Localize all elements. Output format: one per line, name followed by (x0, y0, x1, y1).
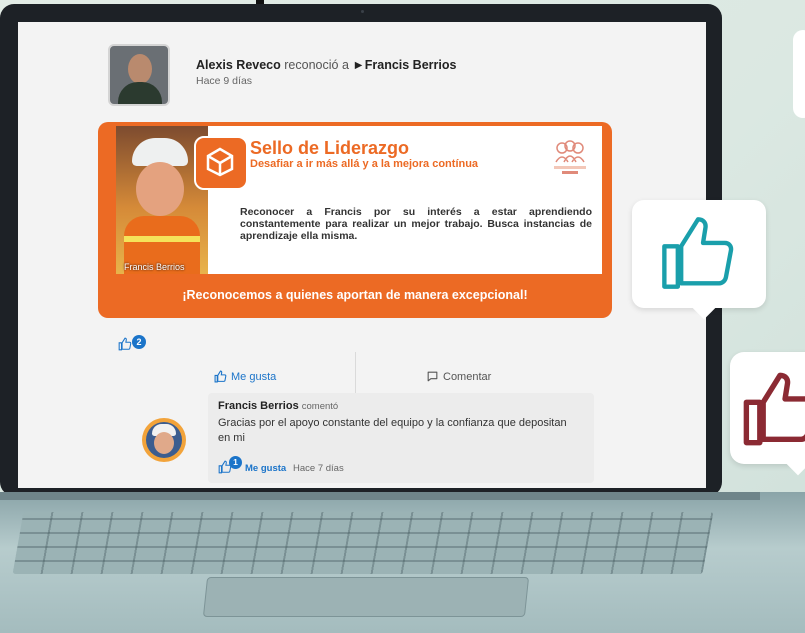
action-text: reconoció a (284, 58, 349, 72)
laptop-trackpad (202, 577, 530, 617)
comment-button-label: Comentar (443, 370, 492, 383)
action-bar: Me gusta Comentar (198, 352, 628, 396)
thumbs-up-icon (662, 217, 734, 289)
laptop-base (0, 492, 805, 633)
comment-button[interactable]: Comentar (426, 368, 491, 384)
comment-author[interactable]: Francis Berrios (218, 400, 299, 412)
action-divider (355, 352, 356, 396)
like-button-label: Me gusta (231, 370, 277, 383)
comment-box: Francis Berrios comentó Gracias por el a… (208, 393, 594, 483)
thumbs-up-icon (118, 337, 132, 351)
author-name[interactable]: Alexis Reveco (196, 58, 281, 72)
author-avatar[interactable] (108, 44, 170, 106)
comment-text: Gracias por el apoyo constante del equip… (218, 417, 567, 444)
thumbs-up-icon (214, 370, 227, 383)
webcam (361, 10, 364, 13)
laptop-lid: Alexis Reveco reconoció a ►Francis Berri… (0, 4, 722, 496)
comment-like-count: 1 (229, 456, 242, 469)
seal-cube-icon (194, 136, 248, 190)
photo-caption: Francis Berrios (124, 262, 185, 272)
speech-bubble-partial (793, 30, 805, 118)
recipient-name[interactable]: Francis Berrios (365, 58, 457, 72)
comment-author-line: Francis Berrios comentó (218, 400, 338, 412)
comment-like-button[interactable]: Me gusta (245, 463, 286, 474)
laptop-keyboard (12, 512, 714, 574)
like-count-badge: 2 (132, 335, 146, 349)
laptop-screen: Alexis Reveco reconoció a ►Francis Berri… (18, 22, 706, 488)
commenter-avatar[interactable] (142, 418, 186, 462)
thumbs-up-icon (743, 372, 805, 446)
recognition-banner: Francis Berrios Sello de Liderazgo Desaf… (98, 122, 612, 318)
banner-footer: ¡Reconocemos a quienes aportan de manera… (182, 288, 528, 302)
comment-verb: comentó (301, 401, 339, 412)
post-timestamp: Hace 9 días (196, 75, 253, 87)
thumbs-up-bubble (730, 352, 805, 476)
team-logo-icon (548, 138, 592, 178)
banner-title: Sello de Liderazgo (250, 138, 410, 158)
thumbs-up-bubble (632, 200, 766, 320)
like-counter[interactable]: 2 (118, 335, 158, 353)
like-button[interactable]: Me gusta (214, 368, 276, 384)
author-line: Alexis Reveco reconoció a ►Francis Berri… (196, 58, 456, 72)
laptop-hinge (0, 492, 760, 500)
arrow-icon: ► (352, 58, 365, 72)
banner-subtitle: Desafiar a ir más allá y a la mejora con… (250, 158, 479, 170)
banner-message: Reconocer a Francis por su interés a est… (240, 206, 592, 242)
comment-timestamp: Hace 7 días (293, 463, 344, 474)
comment-icon (427, 371, 438, 382)
